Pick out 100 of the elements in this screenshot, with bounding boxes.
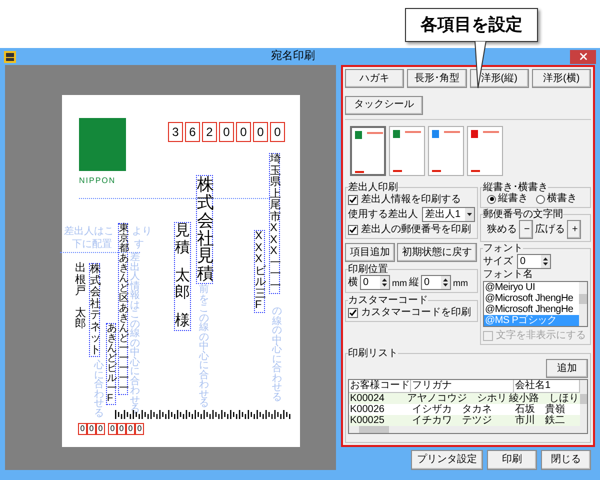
- sender-name-text: 太郎: [75, 308, 86, 331]
- reset-button[interactable]: 初期状態に戻す: [397, 243, 477, 262]
- group-title: 差出人印刷: [348, 182, 398, 193]
- radio-label: 縦書き: [498, 193, 528, 205]
- checkbox[interactable]: [348, 308, 358, 318]
- dialog-button[interactable]: プリンタ設定: [411, 450, 483, 470]
- table-cell-text: K00026: [349, 404, 386, 415]
- dropdown-icon: [465, 208, 474, 221]
- narrow-button[interactable]: −: [519, 220, 533, 239]
- guide-text: の線の中心に合わせる: [272, 307, 282, 402]
- field-label: 使用する差出人: [348, 208, 418, 220]
- widen-button[interactable]: +: [567, 220, 581, 239]
- guide-text: 前をこの線の中心に合わせる: [199, 285, 209, 408]
- checkbox-label: 差出人の郵便番号を印刷: [361, 224, 471, 236]
- logo-text: NIPPON: [79, 175, 116, 187]
- font-list-item[interactable]: @Meiryo UI: [484, 282, 579, 293]
- address-lines-icon: [471, 131, 499, 173]
- paper-type-button[interactable]: 長形･角型: [407, 69, 466, 88]
- unit-label: mm: [392, 276, 407, 288]
- zip-digit: 0: [108, 423, 117, 435]
- unit-label: mm: [453, 276, 468, 288]
- table-cell-text: イチカワ テツジ: [411, 415, 493, 426]
- column-header[interactable]: お客様コード: [349, 380, 411, 392]
- paper-type-button[interactable]: ハガキ: [345, 69, 404, 88]
- font-list-item[interactable]: @Microsoft JhengHe: [484, 304, 579, 315]
- layout-thumbnail[interactable]: [428, 126, 464, 176]
- font-list-item[interactable]: @Microsoft JhengHe: [484, 293, 579, 304]
- group-title: 郵便番号の文字間: [483, 209, 563, 220]
- guide-text: 下に配置: [72, 240, 112, 250]
- zip-digit: 0: [126, 423, 135, 435]
- zip-digit: 0: [236, 122, 251, 142]
- field-label: 横: [348, 276, 358, 288]
- table-cell: 綾小路 しほり: [508, 393, 580, 404]
- radio-button[interactable]: [536, 194, 545, 204]
- company-text: 株式会社見積: [196, 175, 213, 284]
- radio-label: 横書き: [547, 193, 577, 205]
- paper-type-button[interactable]: 洋形(横): [532, 69, 591, 88]
- check-icon: [349, 226, 357, 234]
- add-button[interactable]: 追加: [546, 359, 588, 378]
- layout-thumbnail[interactable]: [350, 126, 386, 176]
- zip-digit: 0: [78, 423, 87, 435]
- dialog-button[interactable]: 印刷: [487, 450, 537, 470]
- window-title: 宛名印刷: [270, 48, 316, 64]
- postage-stamp-mark: [79, 118, 126, 171]
- zip-digit: 0: [96, 423, 105, 435]
- checkbox[interactable]: [348, 224, 358, 234]
- spin-field[interactable]: 0: [517, 254, 551, 269]
- address-text: 埼玉県上尾市XXX一一一: [269, 153, 280, 294]
- paper-type-button[interactable]: タックシール: [345, 96, 423, 114]
- spin-field[interactable]: 0: [421, 275, 451, 290]
- field-label: 広げる: [535, 224, 565, 236]
- column-header[interactable]: フリガナ: [411, 380, 514, 392]
- checkbox-label: 差出人情報を印刷する: [361, 194, 461, 206]
- font-list[interactable]: @Meiryo UI @Microsoft JhengHe @Microsoft JhengHe @MS Pゴシック: [483, 281, 588, 327]
- spinner-icon: [441, 276, 450, 289]
- zip-digit: 0: [135, 423, 144, 435]
- zip-digit: 0: [253, 122, 268, 142]
- close-button[interactable]: [570, 50, 596, 64]
- recipient-text: 様: [175, 313, 190, 330]
- table-cell: アヤノコウジ シホリ: [406, 393, 508, 404]
- address-text: XXXビル三F: [254, 230, 265, 313]
- group-title: 印刷位置: [348, 264, 388, 275]
- app-icon: [4, 50, 16, 62]
- checkbox-label: カスタマーコードを印刷: [361, 306, 471, 318]
- zip-digit: 2: [202, 122, 217, 142]
- check-icon: [349, 308, 357, 316]
- scrollbar[interactable]: [349, 426, 587, 433]
- layout-thumbnail[interactable]: [389, 126, 425, 176]
- guide-text: より: [132, 227, 152, 236]
- scrollbar[interactable]: [580, 380, 587, 426]
- recipient-text: 太郎: [175, 268, 190, 301]
- sender-select[interactable]: 差出人1: [422, 207, 475, 222]
- callout-tooltip: 各項目を設定: [405, 8, 538, 42]
- field-label: サイズ: [483, 256, 513, 268]
- group-title: フォント: [483, 243, 523, 254]
- zip-digit: 3: [168, 122, 183, 142]
- spin-field[interactable]: 0: [360, 275, 390, 290]
- sender-company-text: 株式会社テネット: [89, 263, 100, 358]
- recipient-text: 見積: [175, 223, 190, 256]
- checkbox[interactable]: [348, 194, 358, 204]
- table-cell-text: K00025: [349, 415, 386, 426]
- field-label: 狭める: [487, 224, 517, 236]
- layout-thumbnail[interactable]: [467, 126, 503, 176]
- address-lines-icon: [393, 131, 421, 173]
- guide-text: 差出人はこ: [64, 227, 114, 236]
- table-cell-text: イシザカ タカネ: [411, 404, 493, 415]
- guide-text: 心に合わせる: [94, 361, 104, 418]
- radio-button[interactable]: [487, 194, 496, 204]
- table-cell-text: 石坂 貴嶺: [514, 404, 566, 415]
- address-lines-icon: [432, 131, 460, 173]
- spinner-icon: [380, 276, 389, 289]
- check-icon: [349, 196, 357, 204]
- table-cell-text: K00024: [349, 393, 386, 404]
- add-item-button[interactable]: 項目追加: [345, 243, 395, 262]
- dialog-button[interactable]: 閉じる: [541, 450, 591, 470]
- sender-name-text: 出根戸: [75, 263, 86, 298]
- group-title: 縦書き･横書き: [483, 182, 548, 193]
- scrollbar[interactable]: [579, 282, 587, 326]
- checkbox-label: 文字を非表示にする: [496, 330, 586, 342]
- paper-type-button[interactable]: 洋形(縦): [470, 69, 529, 88]
